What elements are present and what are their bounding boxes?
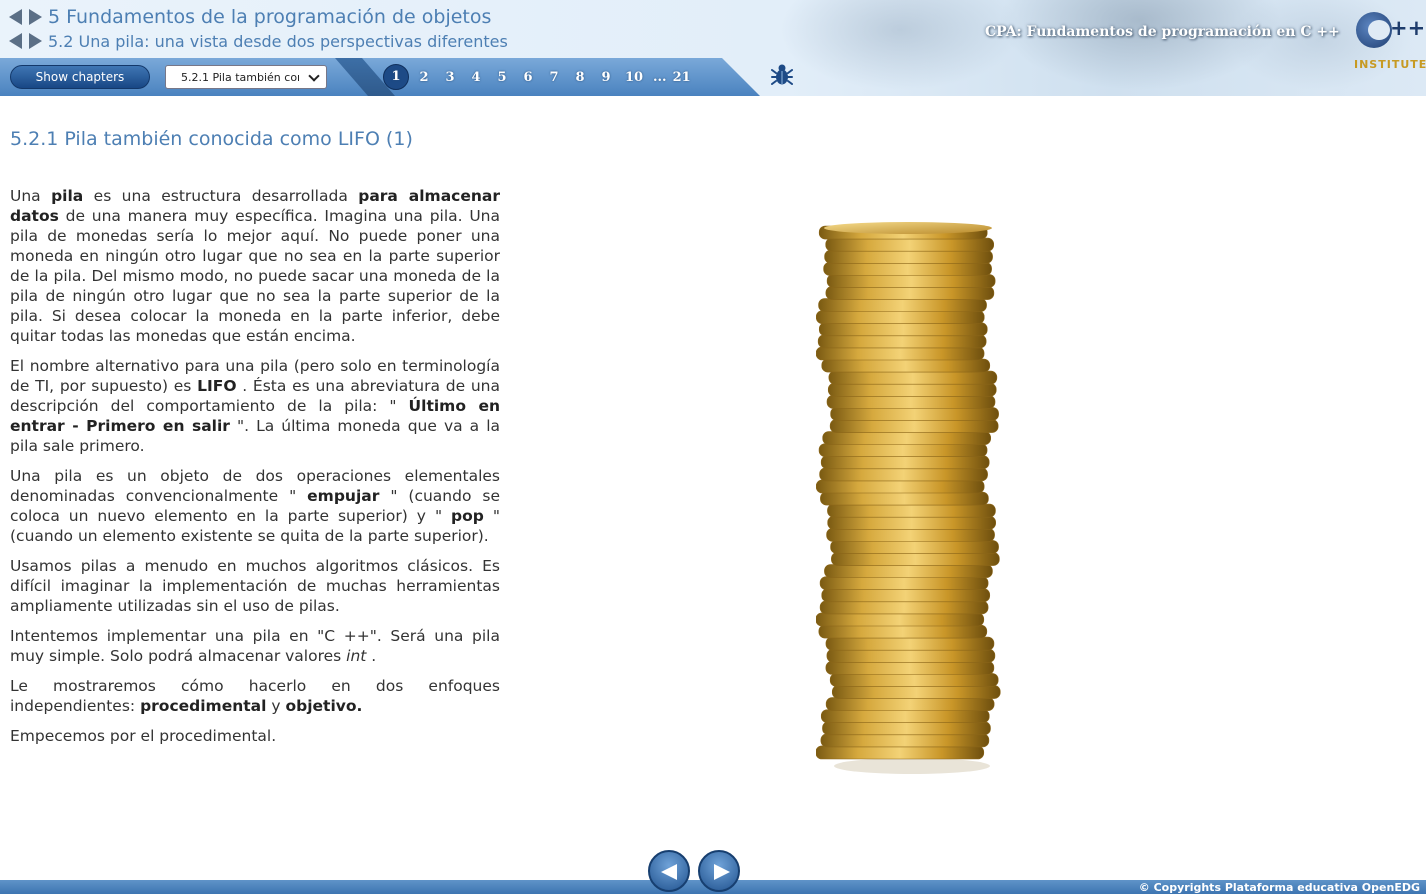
next-page-button[interactable]: [698, 850, 740, 892]
paragraph-5: Intentemos implementar una pila en "C ++…: [10, 627, 500, 665]
paragraph-2: El nombre alternativo para una pila (per…: [10, 357, 501, 455]
coin: [818, 443, 988, 458]
paragraph-1: Una pila es una estructura desarrollada …: [10, 187, 500, 345]
coin: [831, 552, 1000, 566]
page-link-6[interactable]: 6: [515, 70, 541, 85]
next-section-icon[interactable]: [29, 33, 42, 49]
page-link-21[interactable]: 21: [673, 70, 691, 85]
coin: [818, 322, 988, 337]
coin: [829, 419, 999, 433]
coin: [816, 745, 985, 760]
coin: [826, 527, 995, 542]
coin: [828, 370, 998, 385]
coin: [823, 261, 992, 276]
section-nav: [9, 33, 42, 49]
article-text: Una pila es una estructura desarrollada …: [10, 186, 500, 756]
coin: [827, 382, 997, 397]
coin: [825, 286, 995, 300]
coin: [826, 648, 996, 663]
coin: [825, 237, 995, 252]
page-title: 5.2.1 Pila también conocida como LIFO (1…: [10, 128, 413, 150]
page-link-1[interactable]: 1: [383, 64, 409, 90]
cpp-institute-logo: ++ INSTITUTE: [1352, 10, 1426, 76]
logo-globe-icon: [1356, 12, 1392, 48]
course-title: CPA: Fundamentos de programación en C ++: [985, 24, 1340, 40]
page-link-3[interactable]: 3: [437, 70, 463, 85]
coin: [820, 455, 990, 470]
prev-arrow-icon: [661, 864, 677, 880]
coin: [825, 697, 995, 711]
coin: [824, 564, 993, 578]
coin: [819, 576, 989, 591]
prev-chapter-icon[interactable]: [9, 9, 22, 25]
header-background-photo: [760, 0, 1426, 96]
coin: [826, 274, 996, 288]
section-select-value: 5.2.1 Pila también conocida como LIFO (1…: [181, 70, 299, 84]
page-link-2[interactable]: 2: [411, 70, 437, 85]
paragraph-4: Usamos pilas a menudo en muchos algoritm…: [10, 557, 500, 615]
paragraph-7: Empecemos por el procedimental.: [10, 727, 277, 745]
copyright-text: © Copyrights Plataforma educativa OpenED…: [1138, 881, 1420, 894]
logo-plus: ++: [1390, 16, 1426, 40]
show-chapters-button[interactable]: Show chapters: [10, 65, 150, 89]
coin: [829, 673, 999, 687]
next-arrow-icon: [714, 864, 730, 880]
coin: [825, 660, 995, 675]
coin: [830, 540, 999, 554]
chapter-nav: [9, 9, 42, 25]
coin: [820, 491, 989, 506]
page-navigation: 1 2 3 4 5 6 7 8 9 10 ... 21: [383, 64, 691, 90]
page-link-8[interactable]: 8: [567, 70, 593, 85]
bug-icon[interactable]: [771, 63, 793, 87]
coin: [820, 733, 990, 748]
section-select[interactable]: 5.2.1 Pila también conocida como LIFO (1…: [165, 65, 327, 89]
coin: [818, 298, 987, 312]
coin: [826, 394, 996, 409]
coin: [816, 479, 985, 494]
chapter-title: 5 Fundamentos de la programación de obje…: [48, 6, 492, 28]
paragraph-3: Una pila es un objeto de dos operaciones…: [10, 467, 501, 545]
coin: [827, 515, 996, 530]
coin: [830, 407, 999, 421]
coin: [817, 334, 987, 349]
coin: [822, 431, 991, 445]
coin: [822, 721, 991, 736]
coin-stack-image: [816, 222, 1001, 774]
coin: [824, 249, 993, 264]
chevron-down-icon: [308, 70, 320, 82]
next-chapter-icon[interactable]: [29, 9, 42, 25]
page-link-4[interactable]: 4: [463, 70, 489, 85]
page-ellipsis: ...: [653, 69, 667, 85]
paragraph-6: Le mostraremos cómo hacerlo en dos enfoq…: [10, 677, 500, 715]
coin: [819, 600, 989, 615]
top-coin: [824, 222, 992, 234]
header: 5 Fundamentos de la programación de obje…: [0, 0, 1426, 96]
coin: [825, 636, 995, 651]
coin: [816, 346, 985, 361]
coin: [827, 503, 996, 518]
page-link-10[interactable]: 10: [619, 70, 649, 85]
section-title: 5.2 Una pila: una vista desde dos perspe…: [48, 32, 508, 51]
page-link-5[interactable]: 5: [489, 70, 515, 85]
coin: [816, 612, 985, 627]
coin: [821, 588, 991, 603]
coin-stack: [816, 222, 1001, 760]
logo-text: INSTITUTE: [1354, 58, 1426, 71]
prev-section-icon[interactable]: [9, 33, 22, 49]
coin: [819, 467, 988, 482]
coin: [816, 310, 985, 325]
coin: [831, 685, 1001, 699]
coin: [821, 358, 991, 373]
prev-page-button[interactable]: [648, 850, 690, 892]
page-link-9[interactable]: 9: [593, 70, 619, 85]
coin: [820, 709, 990, 724]
page-link-7[interactable]: 7: [541, 70, 567, 85]
coin: [818, 624, 988, 639]
